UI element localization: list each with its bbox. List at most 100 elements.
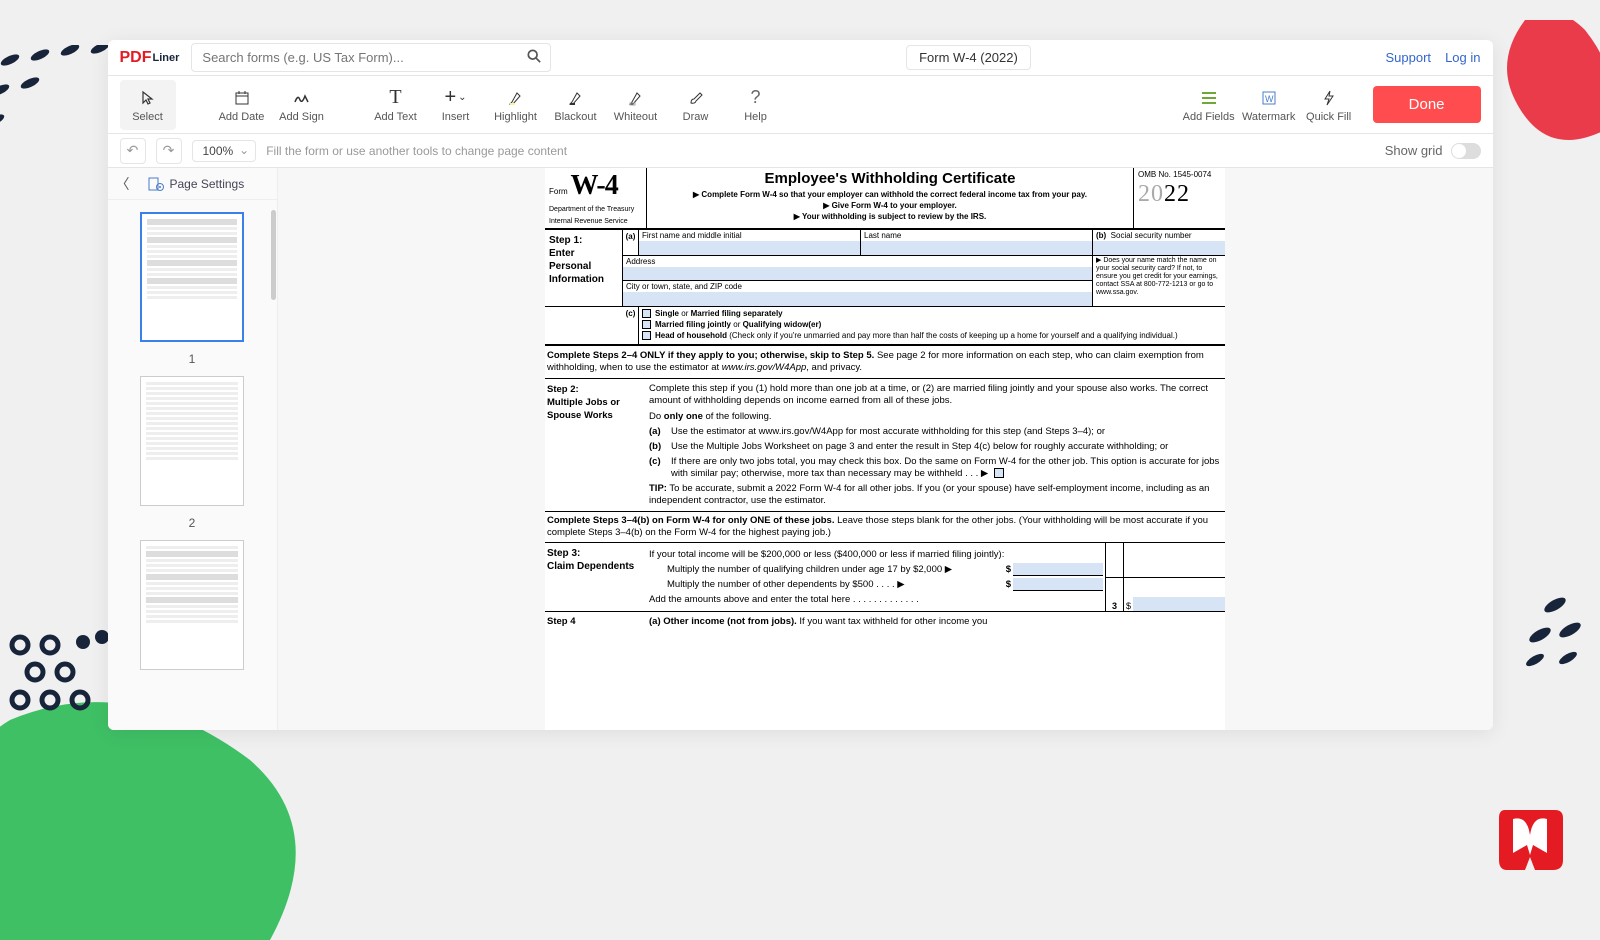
step2-opt-c: If there are only two jobs total, you ma… (671, 456, 1219, 479)
opt-single: Single (655, 309, 679, 318)
support-link[interactable]: Support (1386, 50, 1432, 65)
thumb-page-2[interactable] (140, 376, 244, 506)
tool-blackout[interactable]: Blackout (548, 80, 604, 130)
checkbox-hoh[interactable] (642, 331, 651, 340)
thumbs-scrollbar[interactable] (269, 200, 277, 730)
step4-a-text: If you want tax withheld for other incom… (797, 616, 988, 627)
tool-whiteout-label: Whiteout (614, 111, 657, 123)
tool-blackout-label: Blackout (554, 111, 596, 123)
ssn-note: ▶ Does your name match the name on your … (1093, 256, 1225, 306)
tool-highlight[interactable]: Highlight (488, 80, 544, 130)
done-button[interactable]: Done (1373, 86, 1481, 123)
search-icon[interactable] (527, 49, 541, 66)
label-ssn: Social security number (1111, 231, 1192, 240)
dept-irs: Internal Revenue Service (549, 218, 642, 226)
search-wrap (191, 43, 551, 72)
checkbox-single[interactable] (642, 309, 651, 318)
tool-add-date[interactable]: Add Date (214, 80, 270, 130)
whiteout-icon (628, 87, 644, 109)
tool-select[interactable]: Select (120, 80, 176, 130)
input-lastname[interactable] (861, 241, 1092, 255)
input-step3-children[interactable] (1013, 563, 1103, 576)
tool-whiteout[interactable]: Whiteout (608, 80, 664, 130)
cell-c: (c) (623, 307, 639, 344)
step3-line3: Add the amounts above and enter the tota… (649, 592, 1103, 607)
input-ssn[interactable] (1093, 241, 1225, 255)
input-firstname[interactable] (639, 241, 860, 255)
step2-sub: Multiple Jobs or Spouse Works (547, 396, 645, 422)
form-sub2: ▶ Give Form W-4 to your employer. (653, 200, 1127, 211)
help-icon: ? (750, 87, 760, 109)
step2-tip: To be accurate, submit a 2022 Form W-4 f… (649, 483, 1209, 506)
step3-line2: Multiply the number of other dependents … (667, 577, 1003, 592)
para1-bold: Complete Steps 2–4 ONLY if they apply to… (547, 350, 874, 361)
toolbar: Select Add Date Add Sign T Add Text +⌄ I… (108, 76, 1493, 134)
tool-add-text-label: Add Text (374, 111, 417, 123)
step3-title: Step 3: (547, 547, 645, 560)
tool-add-sign-label: Add Sign (279, 111, 324, 123)
step2-opt-b: Use the Multiple Jobs Worksheet on page … (671, 441, 1223, 453)
page-settings-button[interactable]: Page Settings (148, 177, 245, 191)
checkbox-mfj[interactable] (642, 320, 651, 329)
label-city: City or town, state, and ZIP code (623, 281, 1092, 292)
step3-line1: Multiply the number of qualifying childr… (667, 562, 1003, 577)
login-link[interactable]: Log in (1445, 50, 1480, 65)
form-sub3: ▶ Your withholding is subject to review … (653, 211, 1127, 222)
form-title: Employee's Withholding Certificate (653, 170, 1127, 187)
step3-sub: Claim Dependents (547, 560, 645, 573)
plus-icon: +⌄ (444, 87, 466, 109)
form-number: W-4 (570, 170, 617, 201)
logo[interactable]: PDFLiner (120, 49, 180, 67)
step2-opt-a: Use the estimator at www.irs.gov/W4App f… (671, 426, 1223, 438)
zoom-select[interactable]: 100% (192, 140, 257, 162)
logo-liner: Liner (153, 52, 180, 64)
year-22: 22 (1164, 181, 1190, 207)
tool-add-sign[interactable]: Add Sign (274, 80, 330, 130)
form-name-pill: Form W-4 (2022) (906, 45, 1031, 70)
dept-treasury: Department of the Treasury (549, 206, 642, 214)
tool-draw[interactable]: Draw (668, 80, 724, 130)
opt-mfj: Married filing jointly (655, 320, 731, 329)
document-viewport[interactable]: Form W-4 Department of the Treasury Inte… (278, 168, 1493, 730)
tool-highlight-label: Highlight (494, 111, 537, 123)
opt-mfs: Married filing separately (691, 309, 783, 318)
fields-icon (1200, 87, 1218, 109)
tool-add-fields[interactable]: Add Fields (1181, 80, 1237, 130)
input-city[interactable] (623, 292, 1092, 306)
thumb-page-1[interactable] (140, 212, 244, 342)
search-input[interactable] (191, 43, 551, 72)
bolt-icon (1323, 87, 1335, 109)
blackout-icon (568, 87, 584, 109)
step1-title: Step 1: (549, 234, 618, 247)
page-settings-label: Page Settings (170, 177, 245, 191)
input-step3-other[interactable] (1013, 578, 1103, 591)
tool-watermark[interactable]: W Watermark (1241, 80, 1297, 130)
sidebar-back[interactable]: 〈 (116, 174, 130, 194)
input-address[interactable] (623, 267, 1092, 280)
text-icon: T (389, 87, 401, 109)
undo-button[interactable]: ↶ (120, 138, 146, 164)
brush-icon (688, 87, 704, 109)
tool-add-text[interactable]: T Add Text (368, 80, 424, 130)
thumb-num-1: 1 (189, 352, 196, 366)
grid-toggle[interactable] (1451, 143, 1481, 159)
tool-insert-label: Insert (442, 111, 470, 123)
redo-button[interactable]: ↷ (156, 138, 182, 164)
step3-intro: If your total income will be $200,000 or… (649, 547, 1103, 562)
top-links: Support Log in (1386, 50, 1481, 65)
calendar-icon (234, 87, 250, 109)
input-step3-total[interactable] (1133, 597, 1225, 611)
step2-title: Step 2: (547, 383, 645, 396)
checkbox-step2c[interactable] (994, 468, 1004, 478)
para1-link: www.irs.gov/W4App (722, 362, 806, 373)
label-address: Address (623, 256, 1092, 267)
thumb-page-3[interactable] (140, 540, 244, 670)
tool-insert[interactable]: +⌄ Insert (428, 80, 484, 130)
cell-b: (b) (1096, 231, 1106, 240)
tool-help[interactable]: ? Help (728, 80, 784, 130)
opt-hoh: Head of household (655, 331, 727, 340)
tool-quick-fill[interactable]: Quick Fill (1301, 80, 1357, 130)
opt-qw: Qualifying widow(er) (743, 320, 822, 329)
step2-intro: Complete this step if you (1) hold more … (649, 383, 1223, 407)
year-20: 20 (1138, 181, 1164, 207)
